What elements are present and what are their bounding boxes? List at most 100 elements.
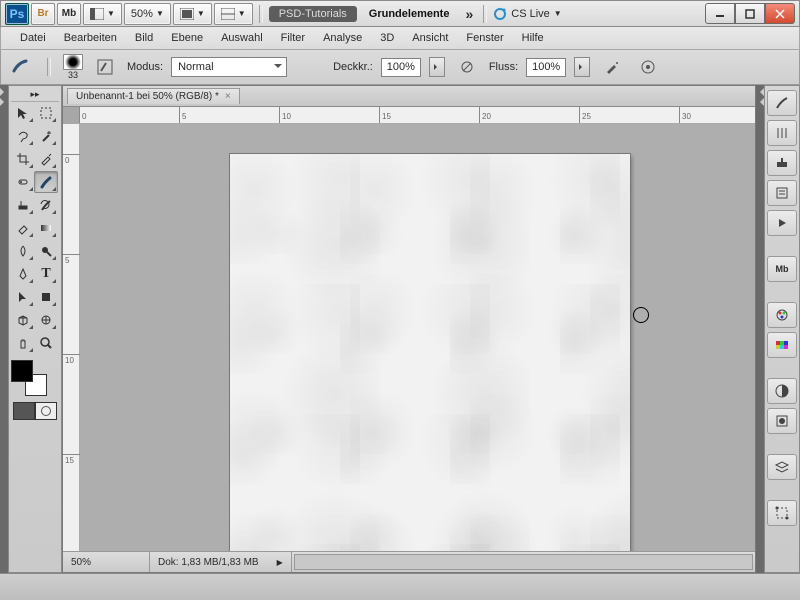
cslive-button[interactable]: CS Live▼ bbox=[493, 7, 561, 21]
workspace-psdtutorials[interactable]: PSD-Tutorials bbox=[269, 6, 357, 22]
mode-label: Modus: bbox=[127, 61, 163, 73]
magic-wand-tool[interactable] bbox=[34, 125, 58, 147]
menu-ansicht[interactable]: Ansicht bbox=[403, 29, 457, 47]
menu-auswahl[interactable]: Auswahl bbox=[212, 29, 272, 47]
toolbox-collapse-icon[interactable]: ▸▸ bbox=[11, 88, 59, 102]
options-bar: 33 Modus: Normal Deckkr.: 100% Fluss: 10… bbox=[0, 50, 800, 85]
brush-tool[interactable] bbox=[34, 171, 58, 193]
toolbox: ▸▸ T bbox=[8, 85, 62, 573]
pen-tool[interactable] bbox=[11, 263, 35, 285]
document-tabs: Unbenannt-1 bei 50% (RGB/8) * × bbox=[63, 86, 755, 107]
menubar: Datei Bearbeiten Bild Ebene Auswahl Filt… bbox=[0, 27, 800, 50]
clone-stamp-tool[interactable] bbox=[11, 194, 35, 216]
zoom-dropdown[interactable]: 50%▼ bbox=[124, 3, 171, 25]
scrollbar-horizontal[interactable] bbox=[294, 554, 753, 570]
mode-dropdown[interactable]: Normal bbox=[171, 57, 287, 77]
ruler-horizontal[interactable]: 0 5 10 15 20 25 30 35 bbox=[79, 107, 755, 124]
menu-bearbeiten[interactable]: Bearbeiten bbox=[55, 29, 126, 47]
tablet-opacity-icon[interactable] bbox=[453, 53, 481, 81]
opacity-field[interactable]: 100% bbox=[381, 58, 421, 77]
tab-close-icon[interactable]: × bbox=[225, 91, 231, 102]
menu-3d[interactable]: 3D bbox=[371, 29, 403, 47]
ruler-vertical[interactable]: 0 5 10 15 bbox=[63, 124, 80, 551]
panels-dock: Mb bbox=[764, 85, 800, 573]
cslive-icon bbox=[493, 7, 507, 21]
bridge-icon[interactable]: Br bbox=[31, 3, 55, 25]
ps-logo-icon[interactable]: Ps bbox=[5, 3, 29, 25]
screen-mode-button[interactable]: ▼ bbox=[173, 3, 212, 25]
menu-hilfe[interactable]: Hilfe bbox=[513, 29, 553, 47]
dodge-tool[interactable] bbox=[34, 240, 58, 262]
canvas[interactable] bbox=[80, 124, 755, 551]
menu-filter[interactable]: Filter bbox=[272, 29, 314, 47]
right-dock-gutter[interactable] bbox=[756, 85, 764, 573]
opacity-label: Deckkr.: bbox=[333, 61, 373, 73]
panel-brush-icon[interactable] bbox=[767, 90, 797, 116]
3d-tool[interactable] bbox=[11, 309, 35, 331]
menu-datei[interactable]: Datei bbox=[11, 29, 55, 47]
healing-brush-tool[interactable] bbox=[11, 171, 35, 193]
menu-fenster[interactable]: Fenster bbox=[457, 29, 512, 47]
panel-history-icon[interactable] bbox=[767, 180, 797, 206]
opacity-slider-button[interactable] bbox=[429, 57, 445, 77]
gradient-tool[interactable] bbox=[34, 217, 58, 239]
left-dock-gutter[interactable] bbox=[0, 85, 8, 573]
marquee-tool[interactable] bbox=[34, 102, 58, 124]
maximize-button[interactable] bbox=[735, 3, 765, 24]
menu-ebene[interactable]: Ebene bbox=[162, 29, 212, 47]
arrange-documents-button[interactable]: ▼ bbox=[83, 3, 122, 25]
minibridge-icon[interactable]: Mb bbox=[57, 3, 81, 25]
brush-cursor-icon bbox=[633, 307, 649, 323]
quickmask-mask[interactable] bbox=[35, 402, 57, 420]
lasso-tool[interactable] bbox=[11, 125, 35, 147]
panel-swatches-icon[interactable] bbox=[767, 332, 797, 358]
extras-button[interactable]: ▼ bbox=[214, 3, 253, 25]
history-brush-tool[interactable] bbox=[34, 194, 58, 216]
panel-paths-icon[interactable] bbox=[767, 500, 797, 526]
foreground-color[interactable] bbox=[11, 360, 33, 382]
panel-masks-icon[interactable] bbox=[767, 408, 797, 434]
document-area: Unbenannt-1 bei 50% (RGB/8) * × 0 5 10 1… bbox=[62, 85, 756, 573]
panel-brushpresets-icon[interactable] bbox=[767, 120, 797, 146]
tablet-size-icon[interactable] bbox=[634, 53, 662, 81]
menu-bild[interactable]: Bild bbox=[126, 29, 162, 47]
panel-minibridge-icon[interactable]: Mb bbox=[767, 256, 797, 282]
titlebar: Ps Br Mb ▼ 50%▼ ▼ ▼ PSD-Tutorials Grunde… bbox=[0, 0, 800, 27]
blur-tool[interactable] bbox=[11, 240, 35, 262]
minimize-button[interactable] bbox=[705, 3, 735, 24]
flow-slider-button[interactable] bbox=[574, 57, 590, 77]
status-zoom[interactable]: 50% bbox=[63, 552, 150, 572]
panel-layers-icon[interactable] bbox=[767, 454, 797, 480]
panel-color-icon[interactable] bbox=[767, 302, 797, 328]
eraser-tool[interactable] bbox=[11, 217, 35, 239]
type-tool[interactable]: T bbox=[34, 263, 58, 285]
document-canvas[interactable] bbox=[230, 154, 630, 551]
close-button[interactable] bbox=[765, 3, 795, 24]
status-bar: 50% Dok: 1,83 MB/1,83 MB▶ bbox=[63, 551, 755, 572]
document-tab-active[interactable]: Unbenannt-1 bei 50% (RGB/8) * × bbox=[67, 88, 240, 104]
shape-tool[interactable] bbox=[34, 286, 58, 308]
eyedropper-tool[interactable] bbox=[34, 148, 58, 170]
hand-tool[interactable] bbox=[11, 332, 35, 354]
panel-actions-icon[interactable] bbox=[767, 210, 797, 236]
status-docinfo[interactable]: Dok: 1,83 MB/1,83 MB▶ bbox=[150, 552, 292, 572]
tool-preset-button[interactable] bbox=[7, 53, 35, 81]
quickmask-standard[interactable] bbox=[13, 402, 35, 420]
zoom-tool[interactable] bbox=[34, 332, 58, 354]
app-footer bbox=[0, 573, 800, 600]
move-tool[interactable] bbox=[11, 102, 35, 124]
workspace-more-icon[interactable]: » bbox=[461, 6, 477, 22]
workspace-grundelemente[interactable]: Grundelemente bbox=[359, 6, 460, 22]
3d-camera-tool[interactable] bbox=[34, 309, 58, 331]
flow-label: Fluss: bbox=[489, 61, 518, 73]
brush-preview[interactable]: 33 bbox=[63, 54, 83, 80]
crop-tool[interactable] bbox=[11, 148, 35, 170]
path-selection-tool[interactable] bbox=[11, 286, 35, 308]
panel-adjustments-icon[interactable] bbox=[767, 378, 797, 404]
panel-clone-icon[interactable] bbox=[767, 150, 797, 176]
airbrush-icon[interactable] bbox=[598, 53, 626, 81]
menu-analyse[interactable]: Analyse bbox=[314, 29, 371, 47]
brush-panel-toggle[interactable] bbox=[91, 53, 119, 81]
color-swatches[interactable] bbox=[11, 360, 47, 396]
flow-field[interactable]: 100% bbox=[526, 58, 566, 77]
